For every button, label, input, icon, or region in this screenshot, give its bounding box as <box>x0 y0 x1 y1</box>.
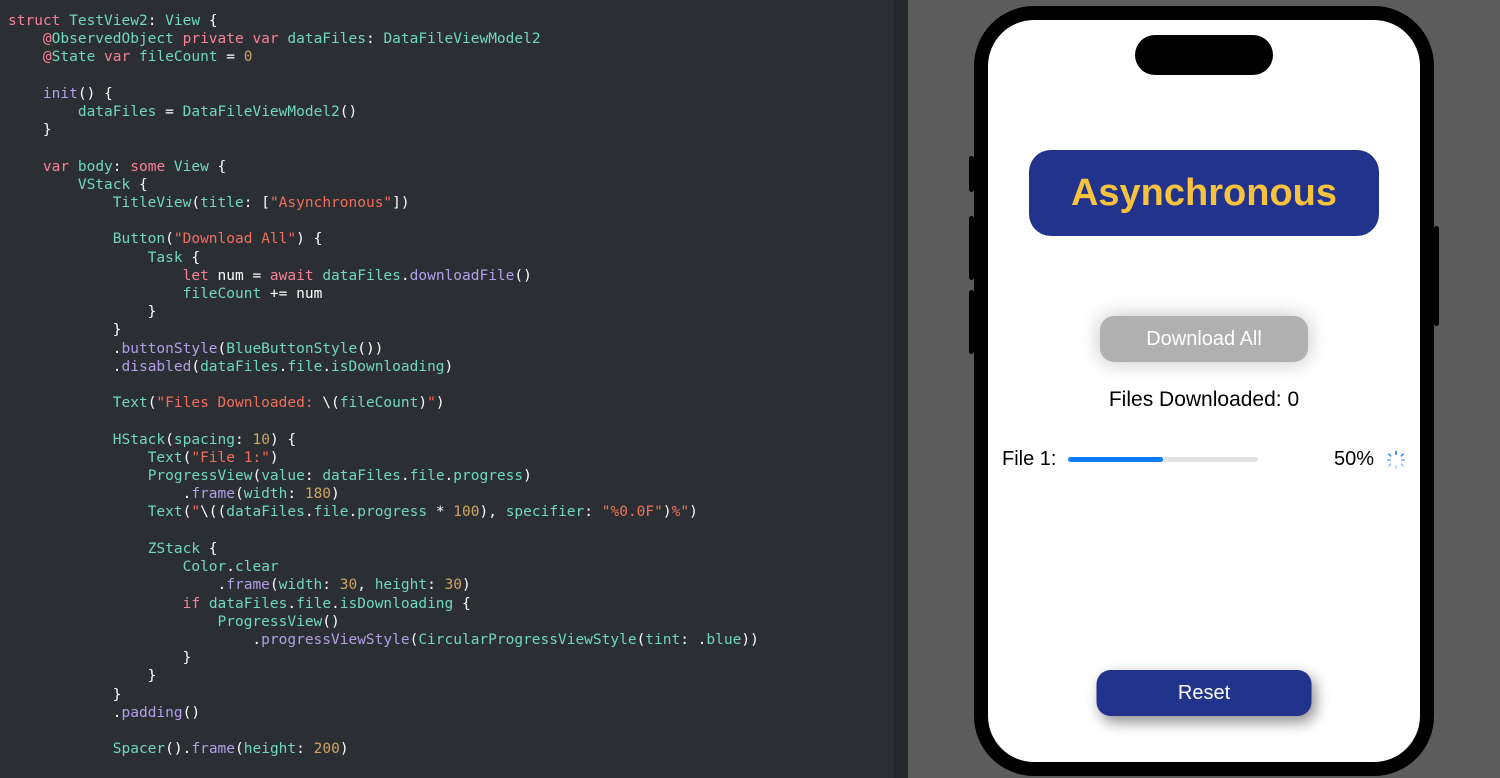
dynamic-island <box>1135 35 1273 75</box>
code-content: struct TestView2: View { @ObservedObject… <box>0 0 908 770</box>
preview-pane: Asynchronous Download All Files Download… <box>908 0 1500 778</box>
download-all-label: Download All <box>1146 328 1262 351</box>
file-label: File 1: <box>1002 448 1056 471</box>
progress-bar <box>1068 457 1258 462</box>
device-button-silent <box>969 156 974 192</box>
device-button-volume-up <box>969 216 974 280</box>
device-button-power <box>1434 226 1439 326</box>
scrollbar[interactable] <box>894 0 908 778</box>
progress-percent: 50% <box>1334 448 1374 471</box>
code-editor[interactable]: struct TestView2: View { @ObservedObject… <box>0 0 908 778</box>
title-text: Asynchronous <box>1071 172 1337 215</box>
device-button-volume-down <box>969 290 974 354</box>
reset-button[interactable]: Reset <box>1097 670 1312 716</box>
title-banner: Asynchronous <box>1029 150 1379 236</box>
progress-fill <box>1068 457 1163 462</box>
download-all-button[interactable]: Download All <box>1100 316 1308 362</box>
device-screen: Asynchronous Download All Files Download… <box>988 20 1420 762</box>
device-frame: Asynchronous Download All Files Download… <box>974 6 1434 776</box>
reset-label: Reset <box>1178 682 1230 705</box>
files-downloaded-text: Files Downloaded: 0 <box>1109 388 1299 412</box>
loading-spinner-icon <box>1386 450 1406 470</box>
file-progress-row: File 1: 50% <box>988 448 1420 471</box>
